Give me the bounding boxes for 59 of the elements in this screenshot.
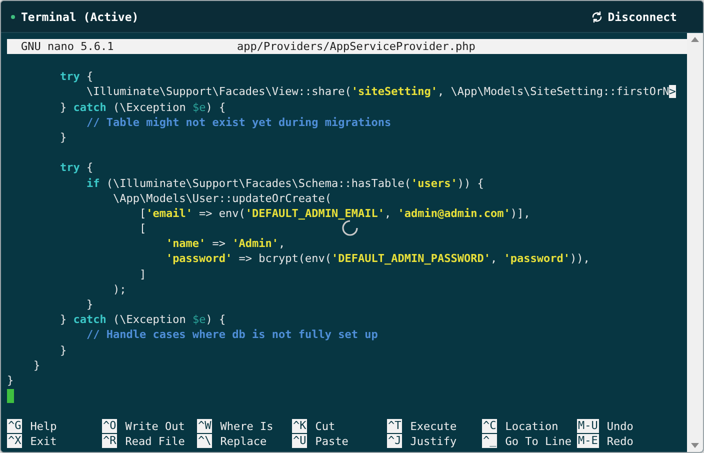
shortcut-label: Read File [125,434,185,448]
shortcut-key: ^T [387,419,402,433]
shortcut-label: Exit [30,434,57,448]
shortcut-key: ^R [102,434,118,448]
nano-version: GNU nano 5.6.1 [20,40,115,53]
window-title: Terminal (Active) [21,10,139,24]
shortcut-key: M-E [577,434,599,448]
shortcut-key: ^W [197,419,212,433]
shortcut-label: Where Is [220,420,274,432]
refresh-icon [590,10,603,22]
code-line: // Table might not exist yet during migrations [85,114,392,130]
shortcut-label: Justify [410,434,457,448]
shortcut-key: ^K [292,419,308,433]
status-dot [11,14,15,18]
code-line: ] [138,266,146,282]
loading-spinner-icon [341,219,359,237]
disconnect-button[interactable]: Disconnect [590,8,677,26]
shortcut-key: ^G [7,419,22,433]
shortcut-label: Location [505,420,558,432]
code-line: 'name' => 'Admin', [164,236,286,252]
file-name: app/Providers/AppServiceProvider.php [237,40,476,53]
code-line: try { [58,69,94,84]
shortcut-label: Help [30,420,57,432]
shortcut-label: Replace [220,434,267,448]
code-line: } catch (\Exception $e) { [58,312,226,328]
shortcut-key: ^X [7,434,22,448]
code-line: } [32,358,40,373]
shortcut-key: ^J [387,434,402,448]
scrollbar[interactable] [687,33,703,452]
code-line: if (\Illuminate\Support\Facades\Schema::hasTable('users')) { [85,176,484,191]
code-line: // Handle cases where db is not fully set up [85,327,378,343]
code-line: } [58,342,67,358]
code-line: try { [58,160,94,176]
code-line: } [7,372,14,388]
shortcut-label: Execute [410,420,457,432]
shortcut-label: Redo [606,434,634,448]
shortcut-key: ^C [482,419,498,433]
code-line: } catch (\Exception $e) { [58,100,226,115]
shortcut-key: ^O [102,419,118,433]
shortcut-key: ^U [292,434,308,448]
scroll-down-icon[interactable] [691,443,699,448]
code-line: } [58,130,67,146]
code-line: \Illuminate\Support\Facades\View::share('siteSetting', \App\Models\SiteSetting::firstOrN> [85,84,676,100]
code-line: [ [138,221,146,236]
scroll-up-icon[interactable] [691,37,699,42]
shortcut-key: ^\ [197,434,212,448]
text-cursor [7,389,14,404]
code-line: 'password' => bcrypt(env('DEFAULT_ADMIN_PASSWORD', 'password')), [164,251,590,267]
shortcut-key: ^_ [482,434,498,448]
code-line: ['email' => env('DEFAULT_ADMIN_EMAIL', 'admin@admin.com')], [138,206,530,222]
shortcut-label: Write Out [125,420,185,432]
shortcut-label: Paste [315,434,348,448]
code-line: ); [112,282,126,297]
shortcut-label: Cut [315,420,336,432]
code-line: } [85,297,94,312]
code-line: \App\Models\User::updateOrCreate( [112,190,332,206]
shortcut-label: Undo [606,420,634,432]
shortcut-key: M-U [577,419,599,433]
shortcut-label: Go To Line [505,434,572,448]
